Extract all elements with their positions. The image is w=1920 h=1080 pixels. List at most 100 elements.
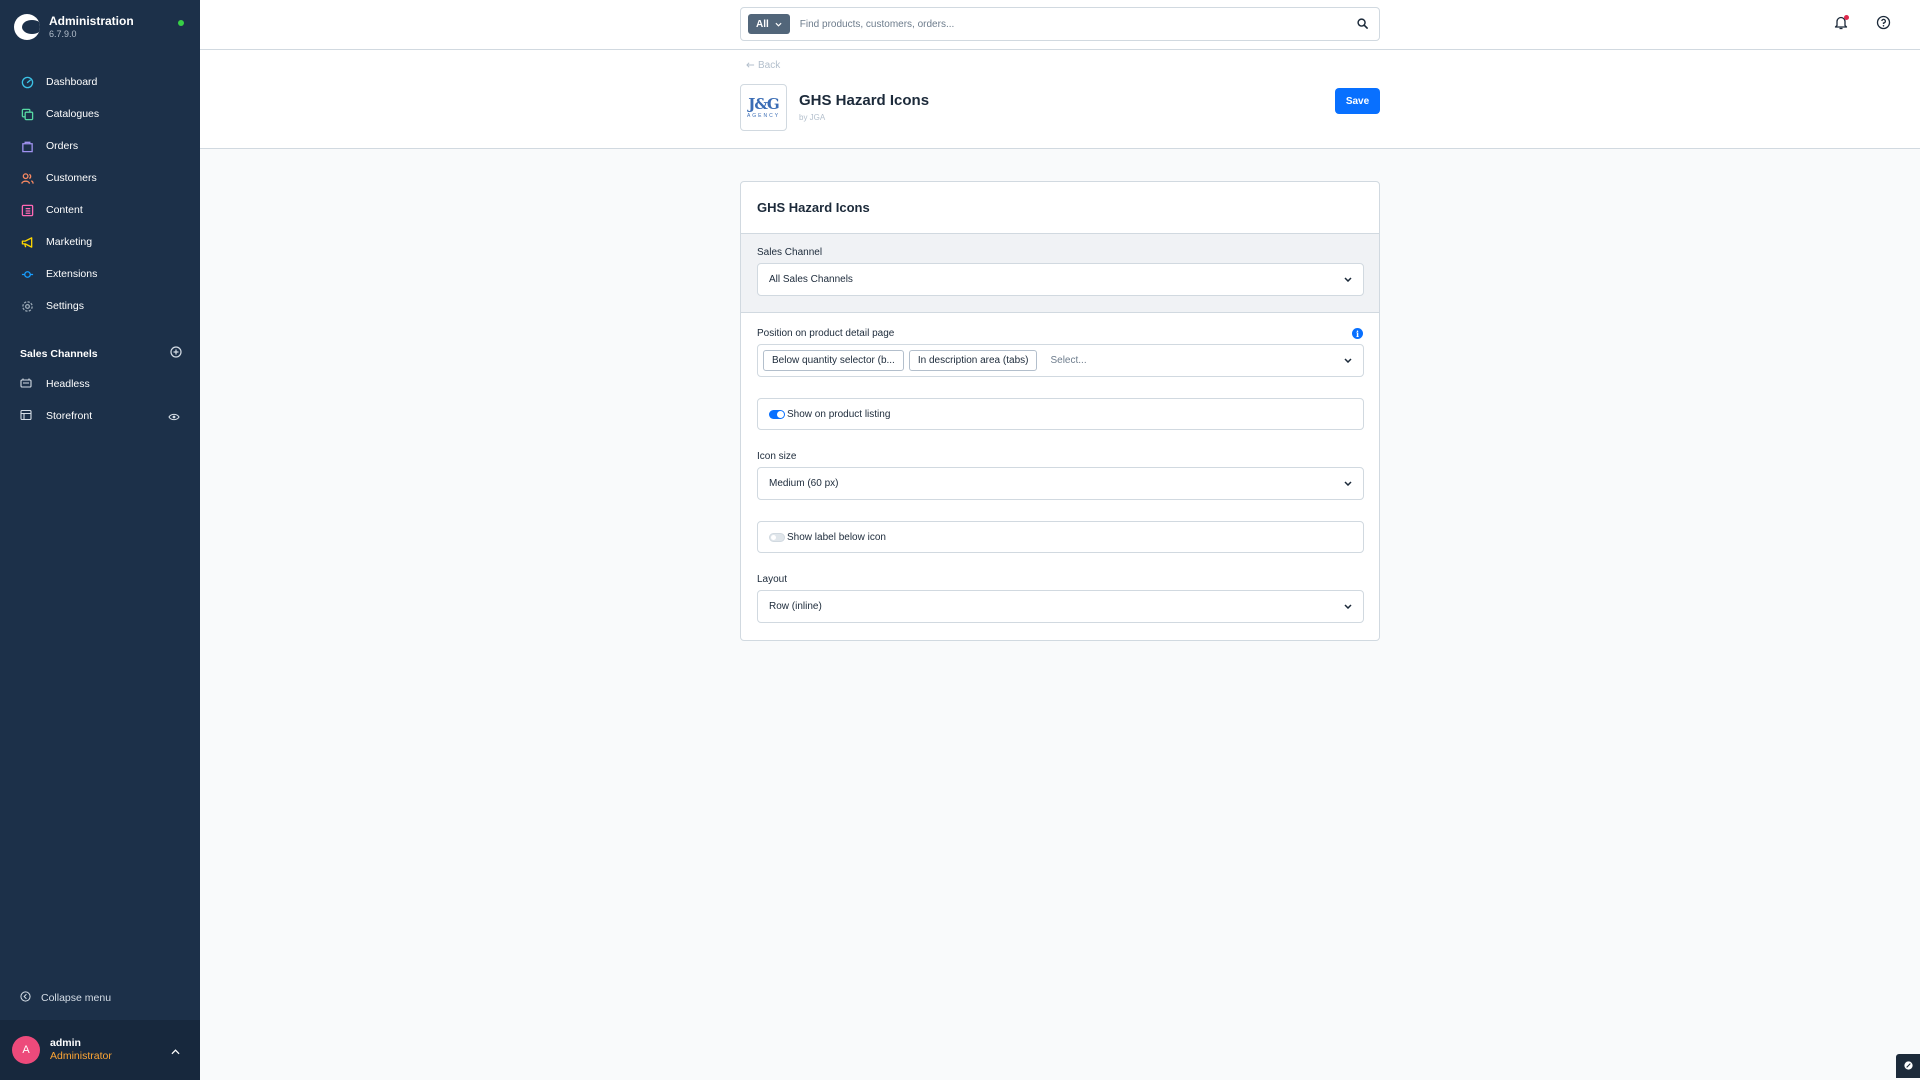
extension-logo-subtext: AGENCY: [746, 113, 781, 119]
extensions-icon: [20, 267, 34, 281]
search-type-label: All: [756, 18, 769, 30]
sales-channels-list: Headless Storefront: [0, 368, 200, 432]
nav-item-label: Catalogues: [46, 108, 100, 120]
notifications-button[interactable]: [1832, 15, 1850, 33]
user-role: Administrator: [50, 1050, 112, 1062]
storefront-icon: [20, 409, 34, 423]
sales-channel-storefront[interactable]: Storefront: [0, 400, 200, 432]
main-nav: Dashboard Catalogues Orders Customers Co…: [0, 66, 200, 322]
search-input[interactable]: [799, 18, 1345, 30]
sidebar: Administration 6.7.9.0 Dashboard Catalog…: [0, 0, 200, 1080]
arrow-left-icon: [746, 60, 755, 71]
nav-item-dashboard[interactable]: Dashboard: [0, 66, 200, 98]
extension-logo-text: J&G: [748, 95, 779, 113]
avatar: A: [12, 1036, 40, 1064]
collapse-menu-button[interactable]: Collapse menu: [20, 990, 111, 1005]
sales-channel-label: Headless: [46, 378, 90, 390]
layout-label: Layout: [757, 574, 788, 585]
help-icon: [1876, 15, 1891, 33]
nav-item-label: Orders: [46, 140, 79, 152]
sales-channel-headless[interactable]: Headless: [0, 368, 200, 400]
icon-size-label: Icon size: [757, 451, 797, 462]
chevron-down-icon: [1343, 275, 1353, 285]
position-multiselect[interactable]: Below quantity selector (b... In descrip…: [757, 344, 1364, 377]
orders-icon: [20, 139, 34, 153]
nav-item-label: Content: [46, 204, 83, 216]
show-on-listing-field: Show on product listing: [757, 398, 1364, 430]
help-button[interactable]: [1874, 15, 1892, 33]
show-on-listing-toggle[interactable]: [769, 409, 785, 419]
extension-logo: J&G AGENCY: [740, 84, 787, 131]
icon-size-select[interactable]: Medium (60 px): [757, 467, 1364, 500]
sales-channels-header: Sales Channels: [20, 346, 182, 361]
nav-item-label: Extensions: [46, 268, 98, 280]
collapse-icon: [20, 990, 31, 1005]
app-title: Administration: [49, 14, 134, 28]
sales-channel-select[interactable]: All Sales Channels: [757, 263, 1364, 296]
collapse-menu-label: Collapse menu: [41, 991, 112, 1004]
catalogue-icon: [20, 107, 34, 121]
extension-author: by JGA: [799, 113, 826, 122]
headless-icon: [20, 377, 34, 391]
search-button[interactable]: [1345, 8, 1379, 40]
app-version: 6.7.9.0: [49, 29, 77, 39]
nav-item-marketing[interactable]: Marketing: [0, 226, 200, 258]
layout-select[interactable]: Row (inline): [757, 590, 1364, 623]
position-chip[interactable]: In description area (tabs): [908, 350, 1038, 371]
info-icon[interactable]: i: [1352, 328, 1363, 339]
sales-channel-label: Sales Channel: [757, 247, 823, 258]
page-title: GHS Hazard Icons: [799, 92, 930, 109]
back-link[interactable]: Back: [746, 60, 780, 71]
save-button[interactable]: Save: [1335, 88, 1380, 114]
sales-channels-title: Sales Channels: [20, 347, 98, 360]
nav-item-label: Marketing: [46, 236, 93, 248]
nav-item-content[interactable]: Content: [0, 194, 200, 226]
nav-item-label: Customers: [46, 172, 97, 184]
back-label: Back: [758, 60, 781, 71]
position-placeholder: Select...: [1050, 355, 1087, 366]
chevron-down-icon: [1343, 356, 1353, 366]
chevron-up-icon[interactable]: [171, 1043, 180, 1058]
user-name: admin: [50, 1037, 81, 1049]
notification-badge: [1844, 15, 1849, 20]
config-card: GHS Hazard Icons Sales Channel All Sales…: [740, 181, 1380, 641]
dashboard-icon: [20, 75, 34, 89]
position-chip[interactable]: Below quantity selector (b...: [763, 350, 904, 371]
settings-icon: [20, 299, 34, 313]
marketing-icon: [20, 235, 34, 249]
search-icon: [1356, 17, 1368, 32]
icon-size-value: Medium (60 px): [769, 478, 839, 489]
show-on-listing-label: Show on product listing: [787, 408, 891, 420]
show-label-toggle[interactable]: [769, 532, 785, 542]
nav-item-label: Dashboard: [46, 76, 98, 88]
devtools-button[interactable]: [1896, 1054, 1920, 1078]
customers-icon: [20, 171, 34, 185]
brand[interactable]: Administration 6.7.9.0: [14, 14, 134, 40]
nav-item-orders[interactable]: Orders: [0, 130, 200, 162]
chevron-down-icon: [1343, 479, 1353, 489]
shopware-logo-icon: [14, 14, 40, 40]
layout-value: Row (inline): [769, 601, 822, 612]
chevron-down-icon: [775, 19, 782, 30]
sales-channel-label: Storefront: [46, 410, 93, 422]
top-bar: All: [200, 0, 1920, 50]
smart-bar: Back J&G AGENCY GHS Hazard Icons by JGA …: [200, 50, 1920, 149]
chevron-down-icon: [1343, 602, 1353, 612]
user-menu[interactable]: A admin Administrator: [0, 1020, 200, 1080]
show-label-label: Show label below icon: [787, 531, 886, 543]
position-label: Position on product detail page: [757, 328, 895, 339]
show-label-field: Show label below icon: [757, 521, 1364, 553]
card-title: GHS Hazard Icons: [757, 200, 870, 215]
nav-item-catalogues[interactable]: Catalogues: [0, 98, 200, 130]
add-sales-channel-icon[interactable]: [170, 346, 182, 361]
nav-item-customers[interactable]: Customers: [0, 162, 200, 194]
search-type-dropdown[interactable]: All: [748, 14, 790, 34]
bug-icon: [1903, 1059, 1914, 1074]
status-online-indicator: [178, 20, 184, 26]
content-icon: [20, 203, 34, 217]
nav-item-label: Settings: [46, 300, 84, 312]
sales-channel-value: All Sales Channels: [769, 274, 853, 285]
nav-item-extensions[interactable]: Extensions: [0, 258, 200, 290]
nav-item-settings[interactable]: Settings: [0, 290, 200, 322]
eye-icon[interactable]: [168, 409, 180, 424]
